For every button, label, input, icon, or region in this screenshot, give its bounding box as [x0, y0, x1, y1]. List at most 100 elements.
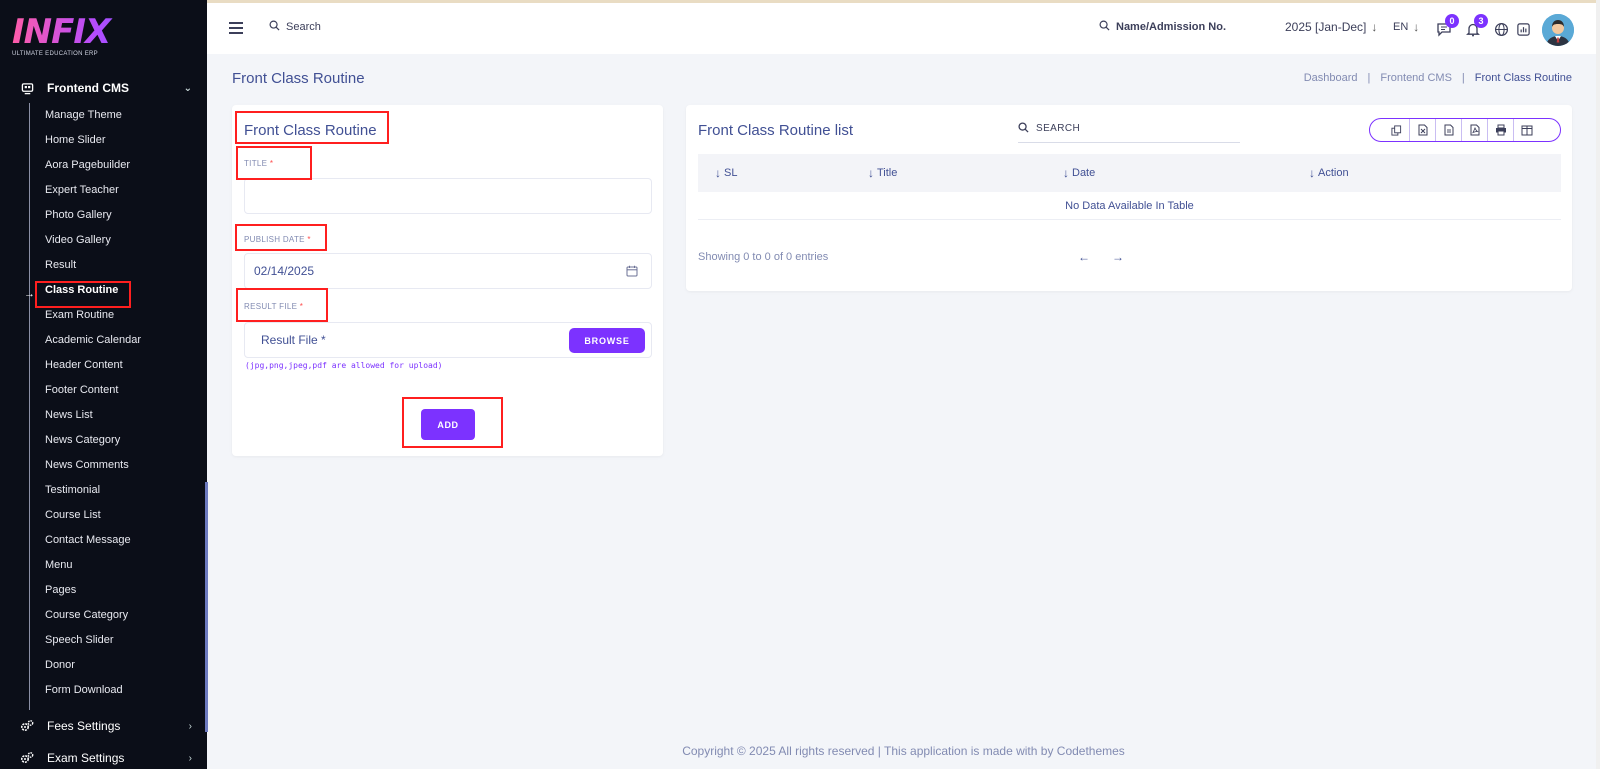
chevron-down-icon: ⌄ [183, 82, 192, 94]
page-title: Front Class Routine [232, 70, 365, 87]
gears-icon [20, 751, 34, 765]
sidebar-item-header-content[interactable]: Header Content [45, 355, 123, 375]
export-button-group [1369, 118, 1561, 142]
breadcrumb: Dashboard | Frontend CMS | Front Class R… [1304, 72, 1572, 84]
table-search-placeholder: SEARCH [1036, 123, 1081, 134]
report-icon[interactable] [1515, 21, 1531, 37]
result-file-input[interactable]: Result File * BROWSE [244, 322, 652, 358]
sort-arrow-icon: ↓ [1309, 166, 1315, 180]
search-icon [269, 20, 280, 34]
logo-tagline: ULTIMATE EDUCATION ERP [12, 51, 98, 57]
result-file-placeholder: Result File * [261, 333, 326, 347]
sidebar-scrollbar[interactable] [205, 482, 208, 732]
sidebar-item-class-routine[interactable]: Class Routine [45, 280, 118, 300]
user-avatar[interactable] [1542, 14, 1574, 46]
sidebar-item-expert-teacher[interactable]: Expert Teacher [45, 180, 119, 200]
sidebar-item-aora-pagebuilder[interactable]: Aora Pagebuilder [45, 155, 130, 175]
admission-search-label: Name/Admission No. [1116, 21, 1227, 33]
sidebar-item-video-gallery[interactable]: Video Gallery [45, 230, 111, 250]
pdf-icon[interactable] [1462, 119, 1488, 141]
hamburger-menu-icon[interactable] [229, 22, 243, 34]
copy-icon[interactable] [1384, 119, 1410, 141]
sidebar-item-pages[interactable]: Pages [45, 580, 76, 600]
sidebar-item-course-list[interactable]: Course List [45, 505, 101, 525]
sidebar-item-home-slider[interactable]: Home Slider [45, 130, 106, 150]
column-title[interactable]: ↓ Title [868, 166, 897, 180]
sidebar-item-exam-routine[interactable]: Exam Routine [45, 305, 114, 325]
column-date[interactable]: ↓ Date [1063, 166, 1095, 180]
page-scrollbar[interactable] [1596, 0, 1600, 769]
sidebar-item-contact-message[interactable]: Contact Message [45, 530, 131, 550]
column-action[interactable]: ↓ Action [1309, 166, 1349, 180]
sidebar-group-frontend-cms[interactable]: Frontend CMS ⌄ [20, 77, 192, 99]
search-icon [1099, 20, 1110, 34]
sidebar-item-academic-calendar[interactable]: Academic Calendar [45, 330, 141, 350]
breadcrumb-current: Front Class Routine [1474, 72, 1572, 84]
arrow-down-icon: ↓ [1413, 20, 1420, 34]
academic-year-value: 2025 [Jan-Dec] [1285, 20, 1367, 34]
globe-icon[interactable] [1493, 21, 1509, 37]
language-value: EN [1393, 21, 1409, 33]
sidebar-item-form-download[interactable]: Form Download [45, 680, 123, 700]
file-type-hint: (jpg,png,jpeg,pdf are allowed for upload… [245, 361, 443, 370]
top-search-label: Search [286, 21, 321, 33]
sidebar-group-label: Exam Settings [47, 751, 125, 765]
title-input[interactable] [244, 178, 652, 214]
column-sl[interactable]: ↓ SL [715, 166, 737, 180]
publish-date-value: 02/14/2025 [254, 264, 315, 278]
sidebar-item-footer-content[interactable]: Footer Content [45, 380, 118, 400]
result-file-label-text: RESULT FILE [244, 302, 298, 311]
csv-icon[interactable] [1436, 119, 1462, 141]
sidebar-item-result[interactable]: Result [45, 255, 76, 275]
sidebar-item-speech-slider[interactable]: Speech Slider [45, 630, 114, 650]
admission-search[interactable]: Name/Admission No. [1099, 20, 1226, 34]
empty-table-message: No Data Available In Table [698, 192, 1561, 220]
publish-date-input[interactable]: 02/14/2025 [244, 253, 652, 289]
add-button[interactable]: ADD [421, 409, 475, 440]
column-label: Action [1318, 167, 1349, 179]
arrow-down-icon: ↓ [1371, 20, 1378, 34]
sidebar-item-testimonial[interactable]: Testimonial [45, 480, 100, 500]
next-page-arrow-icon[interactable]: → [1112, 250, 1124, 264]
publish-date-label-text: PUBLISH DATE [244, 235, 305, 244]
language-select[interactable]: EN ↓ [1393, 20, 1419, 34]
calendar-icon[interactable] [626, 265, 638, 280]
column-label: Date [1072, 167, 1096, 179]
active-arrow-icon: → [24, 288, 35, 300]
bell-icon[interactable]: 3 [1465, 14, 1488, 37]
sidebar-item-news-comments[interactable]: News Comments [45, 455, 129, 475]
breadcrumb-separator: | [1367, 72, 1371, 84]
sidebar-group-fees-settings[interactable]: Fees Settings › [20, 715, 192, 737]
sidebar-item-course-category[interactable]: Course Category [45, 605, 128, 625]
sidebar-item-photo-gallery[interactable]: Photo Gallery [45, 205, 112, 225]
breadcrumb-dashboard[interactable]: Dashboard [1304, 72, 1358, 84]
browse-button[interactable]: BROWSE [569, 328, 645, 353]
sidebar-group-exam-settings[interactable]: Exam Settings › [20, 747, 192, 769]
form-title: Front Class Routine [244, 122, 377, 139]
title-label: TITLE * [244, 159, 273, 168]
sidebar-item-news-category[interactable]: News Category [45, 430, 120, 450]
sidebar-item-manage-theme[interactable]: Manage Theme [45, 105, 122, 125]
sidebar-item-menu[interactable]: Menu [45, 555, 73, 575]
search-icon [1018, 121, 1029, 136]
footer-copyright: Copyright © 2025 All rights reserved | T… [682, 744, 1125, 758]
academic-year-select[interactable]: 2025 [Jan-Dec] ↓ [1285, 20, 1377, 34]
sort-arrow-icon: ↓ [1063, 166, 1069, 180]
column-label: Title [877, 167, 898, 179]
brand-logo[interactable]: INFIX ULTIMATE EDUCATION ERP [12, 14, 152, 60]
gears-icon [20, 719, 34, 733]
sidebar-item-news-list[interactable]: News List [45, 405, 93, 425]
messages-badge: 0 [1445, 14, 1459, 28]
excel-icon[interactable] [1410, 119, 1436, 141]
messages-icon[interactable]: 0 [1436, 14, 1459, 37]
sidebar-item-donor[interactable]: Donor [45, 655, 75, 675]
top-search[interactable]: Search [269, 20, 321, 34]
breadcrumb-frontend-cms[interactable]: Frontend CMS [1380, 72, 1452, 84]
logo-text: INFIX [12, 14, 152, 50]
columns-icon[interactable] [1514, 119, 1540, 141]
previous-page-arrow-icon[interactable]: ← [1078, 250, 1090, 264]
print-icon[interactable] [1488, 119, 1514, 141]
result-file-label: RESULT FILE * [244, 302, 303, 311]
sidebar-group-label: Fees Settings [47, 719, 121, 733]
table-search-input[interactable]: SEARCH [1018, 115, 1240, 143]
